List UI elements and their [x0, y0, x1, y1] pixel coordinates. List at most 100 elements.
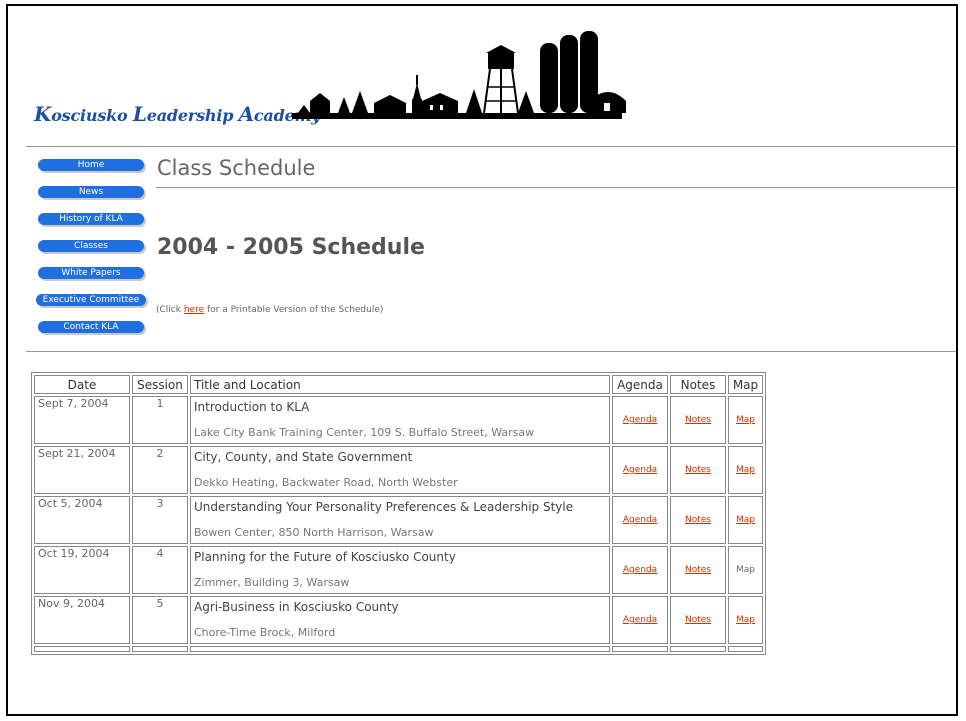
nav-contact-button[interactable]: Contact KLA [38, 321, 144, 333]
row-title: Understanding Your Personality Preferenc… [194, 500, 574, 514]
row-notes-cell: Notes [670, 446, 726, 494]
row-agenda-cell: Agenda [612, 596, 668, 644]
row-date: Sept 21, 2004 [34, 446, 130, 494]
header-title-location: Title and Location [190, 375, 610, 394]
row-date: Oct 19, 2004 [34, 546, 130, 594]
notes-link[interactable]: Notes [685, 515, 711, 525]
agenda-link[interactable]: Agenda [623, 615, 657, 625]
row-map-cell: Map [728, 446, 763, 494]
content-divider [26, 351, 956, 352]
partial-cell [34, 646, 130, 652]
table-row-partial [34, 646, 763, 652]
row-agenda-cell: Agenda [612, 396, 668, 444]
table-row: Sept 7, 2004 1 Introduction to KLA Lake … [34, 396, 763, 444]
row-map-cell: Map [728, 396, 763, 444]
notes-link[interactable]: Notes [685, 615, 711, 625]
nav-executive-committee-button[interactable]: Executive Committee [36, 294, 146, 306]
logo-letter: L [132, 102, 147, 126]
row-title: City, County, and State Government [194, 450, 413, 464]
header-date: Date [34, 375, 130, 394]
row-agenda-cell: Agenda [612, 496, 668, 544]
row-session: 3 [132, 496, 188, 544]
row-title-location: Planning for the Future of Kosciusko Cou… [190, 546, 610, 594]
logo-letter: K [34, 102, 52, 126]
row-location: Dekko Heating, Backwater Road, North Web… [194, 476, 458, 489]
row-location: Chore-Time Brock, Milford [194, 626, 336, 639]
partial-cell [670, 646, 726, 652]
schedule-heading: 2004 - 2005 Schedule [157, 235, 425, 260]
row-location: Bowen Center, 850 North Harrison, Warsaw [194, 526, 434, 539]
notes-link[interactable]: Notes [685, 465, 711, 475]
map-link[interactable]: Map [736, 465, 755, 475]
header-agenda: Agenda [612, 375, 668, 394]
logo-word: osciusko [51, 106, 133, 125]
nav-white-papers-button[interactable]: White Papers [38, 267, 144, 279]
nav-home-button[interactable]: Home [38, 159, 144, 171]
table-row: Sept 21, 2004 2 City, County, and State … [34, 446, 763, 494]
row-session: 2 [132, 446, 188, 494]
row-location: Zimmer, Building 3, Warsaw [194, 576, 350, 589]
row-map-cell: Map [728, 546, 763, 594]
row-notes-cell: Notes [670, 596, 726, 644]
schedule-table: Date Session Title and Location Agenda N… [31, 372, 766, 655]
agenda-link[interactable]: Agenda [623, 465, 657, 475]
row-title-location: Introduction to KLA Lake City Bank Train… [190, 396, 610, 444]
site-logo-text[interactable]: Kosciusko Leadership Academy [34, 102, 321, 126]
notes-link[interactable]: Notes [685, 565, 711, 575]
row-title-location: City, County, and State Government Dekko… [190, 446, 610, 494]
row-session: 5 [132, 596, 188, 644]
notes-link[interactable]: Notes [685, 415, 711, 425]
header-session: Session [132, 375, 188, 394]
page-title: Class Schedule [157, 156, 316, 180]
table-row: Oct 5, 2004 3 Understanding Your Persona… [34, 496, 763, 544]
nav-classes-button[interactable]: Classes [38, 240, 144, 252]
table-row: Nov 9, 2004 5 Agri-Business in Kosciusko… [34, 596, 763, 644]
row-notes-cell: Notes [670, 496, 726, 544]
row-title-location: Agri-Business in Kosciusko County Chore-… [190, 596, 610, 644]
printable-note: (Click here for a Printable Version of t… [156, 305, 383, 315]
row-title-location: Understanding Your Personality Preferenc… [190, 496, 610, 544]
row-date: Nov 9, 2004 [34, 596, 130, 644]
farm-skyline-logo [292, 31, 626, 119]
row-map-cell: Map [728, 596, 763, 644]
partial-cell [132, 646, 188, 652]
row-title: Agri-Business in Kosciusko County [194, 600, 399, 614]
table-header-row: Date Session Title and Location Agenda N… [34, 375, 763, 394]
agenda-link[interactable]: Agenda [623, 515, 657, 525]
agenda-link[interactable]: Agenda [623, 415, 657, 425]
nav-history-button[interactable]: History of KLA [38, 213, 144, 225]
row-title: Introduction to KLA [194, 400, 310, 414]
row-session: 4 [132, 546, 188, 594]
map-text: Map [736, 565, 755, 575]
header-map: Map [728, 375, 763, 394]
partial-cell [190, 646, 610, 652]
partial-cell [728, 646, 763, 652]
row-location: Lake City Bank Training Center, 109 S. B… [194, 426, 535, 439]
printable-link[interactable]: here [184, 305, 204, 315]
row-agenda-cell: Agenda [612, 446, 668, 494]
row-session: 1 [132, 396, 188, 444]
table-row: Oct 19, 2004 4 Planning for the Future o… [34, 546, 763, 594]
sidebar-nav: Home News History of KLA Classes White P… [32, 159, 146, 348]
partial-cell [612, 646, 668, 652]
browser-page: Kosciusko Leadership Academy Home News H… [6, 4, 958, 716]
nav-news-button[interactable]: News [38, 186, 144, 198]
printable-prefix: (Click [156, 305, 184, 315]
row-title: Planning for the Future of Kosciusko Cou… [194, 550, 456, 564]
header-notes: Notes [670, 375, 726, 394]
row-map-cell: Map [728, 496, 763, 544]
row-date: Sept 7, 2004 [34, 396, 130, 444]
header-divider [26, 146, 956, 147]
row-notes-cell: Notes [670, 396, 726, 444]
logo-word: eadership [146, 106, 239, 125]
row-date: Oct 5, 2004 [34, 496, 130, 544]
map-link[interactable]: Map [736, 515, 755, 525]
agenda-link[interactable]: Agenda [623, 565, 657, 575]
title-divider [156, 187, 956, 188]
printable-suffix: for a Printable Version of the Schedule) [204, 305, 384, 315]
map-link[interactable]: Map [736, 615, 755, 625]
logo-letter: A [238, 102, 255, 126]
row-agenda-cell: Agenda [612, 546, 668, 594]
map-link[interactable]: Map [736, 415, 755, 425]
row-notes-cell: Notes [670, 546, 726, 594]
